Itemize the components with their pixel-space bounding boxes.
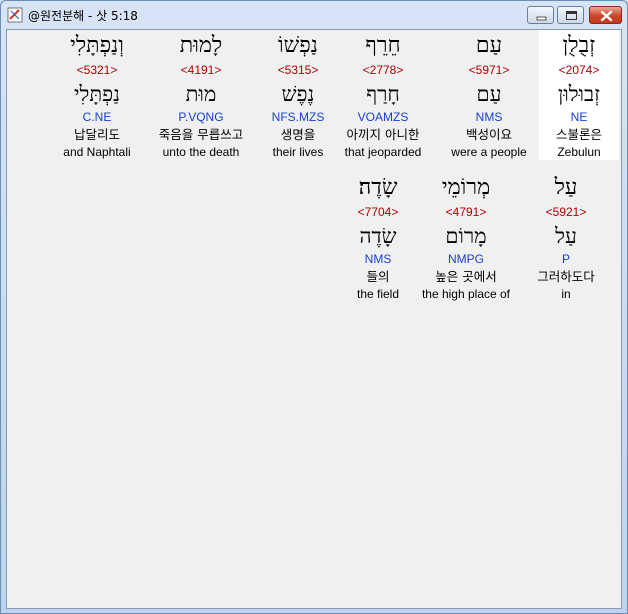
english-gloss: that jeoparded: [344, 145, 422, 159]
close-button[interactable]: [589, 6, 622, 24]
strong-number[interactable]: <5921>: [526, 204, 606, 220]
strong-number[interactable]: <7704>: [338, 204, 418, 220]
hebrew-word: שָׂדֶה׃: [358, 175, 398, 200]
hebrew-word: נַפְשׁוֹ: [278, 33, 318, 58]
strong-number[interactable]: <2074>: [539, 62, 619, 78]
hebrew-lemma: שָׂדֶה: [359, 224, 397, 248]
english-gloss: unto the death: [162, 145, 240, 159]
strong-number[interactable]: <2778>: [343, 62, 423, 78]
morphology-code: NMS: [364, 252, 392, 266]
minimize-button[interactable]: [527, 6, 554, 24]
word-block[interactable]: זְבֻלֻן <2074> זְבוּלוּן NE 스불론은 Zebulun: [539, 30, 619, 160]
window-title: @원전분해 - 삿 5:18: [28, 9, 138, 23]
hebrew-lemma: עַל: [555, 224, 577, 248]
strong-number[interactable]: <5315>: [258, 62, 338, 78]
english-gloss: and Naphtali: [63, 145, 131, 159]
word-block[interactable]: עַם <5971> עַם NMS 백성이요 were a people: [449, 30, 529, 160]
korean-gloss: 높은 곳에서: [435, 269, 497, 284]
morphology-code: VOAMZS: [357, 110, 409, 124]
morphology-code: NMPG: [448, 252, 484, 266]
word-block[interactable]: נַפְשׁוֹ <5315> נֶפֶשׁ NFS.MZS 생명을 their…: [258, 30, 338, 160]
word-block[interactable]: וְנַפְתָּלִי <5321> נַפְתָּלִי C.NE 납달리도…: [57, 30, 137, 160]
english-gloss: were a people: [451, 145, 527, 159]
korean-gloss: 들의: [366, 269, 390, 284]
hebrew-word: חֵרֵף: [365, 33, 401, 58]
korean-gloss: 생명을: [280, 127, 316, 142]
hebrew-lemma: מָרוֹם: [445, 224, 487, 248]
word-block[interactable]: מְרוֹמֵי <4791> מָרוֹם NMPG 높은 곳에서 the h…: [416, 172, 516, 302]
english-gloss: their lives: [272, 145, 324, 159]
interlinear-panel[interactable]: זְבֻלֻן <2074> זְבוּלוּן NE 스불론은 Zebulun…: [6, 29, 622, 609]
korean-gloss: 백성이요: [465, 127, 512, 142]
korean-gloss: 스불론은: [555, 127, 602, 142]
hebrew-word: זְבֻלֻן: [562, 33, 596, 58]
korean-gloss: 아끼지 아니한: [346, 127, 420, 142]
korean-gloss: 죽음을 무릅쓰고: [158, 127, 244, 142]
hebrew-word: לָמוּת: [179, 33, 223, 58]
maximize-icon: [566, 11, 577, 20]
english-gloss: Zebulun: [557, 145, 601, 159]
hebrew-word: עַם: [475, 33, 503, 58]
english-gloss: the field: [356, 287, 400, 301]
strong-number[interactable]: <4791>: [416, 204, 516, 220]
hebrew-lemma: זְבוּלוּן: [558, 82, 600, 106]
morphology-code: NFS.MZS: [271, 110, 325, 124]
hebrew-lemma: מוּת: [185, 82, 217, 106]
hebrew-lemma: נַפְתָּלִי: [74, 82, 120, 106]
app-icon: [7, 7, 23, 23]
title-bar[interactable]: @원전분해 - 삿 5:18: [1, 1, 627, 29]
hebrew-word: עַל: [554, 175, 578, 200]
hebrew-lemma: עַם: [476, 82, 502, 106]
korean-gloss: 그러하도다: [537, 269, 595, 284]
minimize-icon: [536, 16, 547, 21]
korean-gloss: 납달리도: [73, 127, 120, 142]
strong-number[interactable]: <4191>: [151, 62, 251, 78]
word-block[interactable]: עַל <5921> עַל P 그러하도다 in: [526, 172, 606, 302]
english-gloss: the high place of: [421, 287, 511, 301]
strong-number[interactable]: <5321>: [57, 62, 137, 78]
strong-number[interactable]: <5971>: [449, 62, 529, 78]
app-window: @원전분해 - 삿 5:18 זְבֻלֻן <2074> זְבוּלוּן …: [0, 0, 628, 614]
english-gloss: in: [561, 287, 571, 301]
close-icon: [600, 10, 613, 22]
morphology-code: NE: [570, 110, 588, 124]
hebrew-lemma: חָרַף: [366, 82, 400, 106]
hebrew-lemma: נֶפֶשׁ: [281, 82, 315, 106]
word-block[interactable]: חֵרֵף <2778> חָרַף VOAMZS 아끼지 아니한 that j…: [343, 30, 423, 160]
hebrew-word: וְנַפְתָּלִי: [70, 33, 124, 58]
hebrew-word: מְרוֹמֵי: [441, 175, 491, 200]
morphology-code: C.NE: [82, 110, 112, 124]
morphology-code: P.VQNG: [178, 110, 224, 124]
morphology-code: NMS: [475, 110, 503, 124]
word-block[interactable]: לָמוּת <4191> מוּת P.VQNG 죽음을 무릅쓰고 unto …: [151, 30, 251, 160]
maximize-button[interactable]: [557, 6, 584, 24]
morphology-code: P: [561, 252, 570, 266]
word-block[interactable]: שָׂדֶה׃ <7704> שָׂדֶה NMS 들의 the field: [338, 172, 418, 302]
